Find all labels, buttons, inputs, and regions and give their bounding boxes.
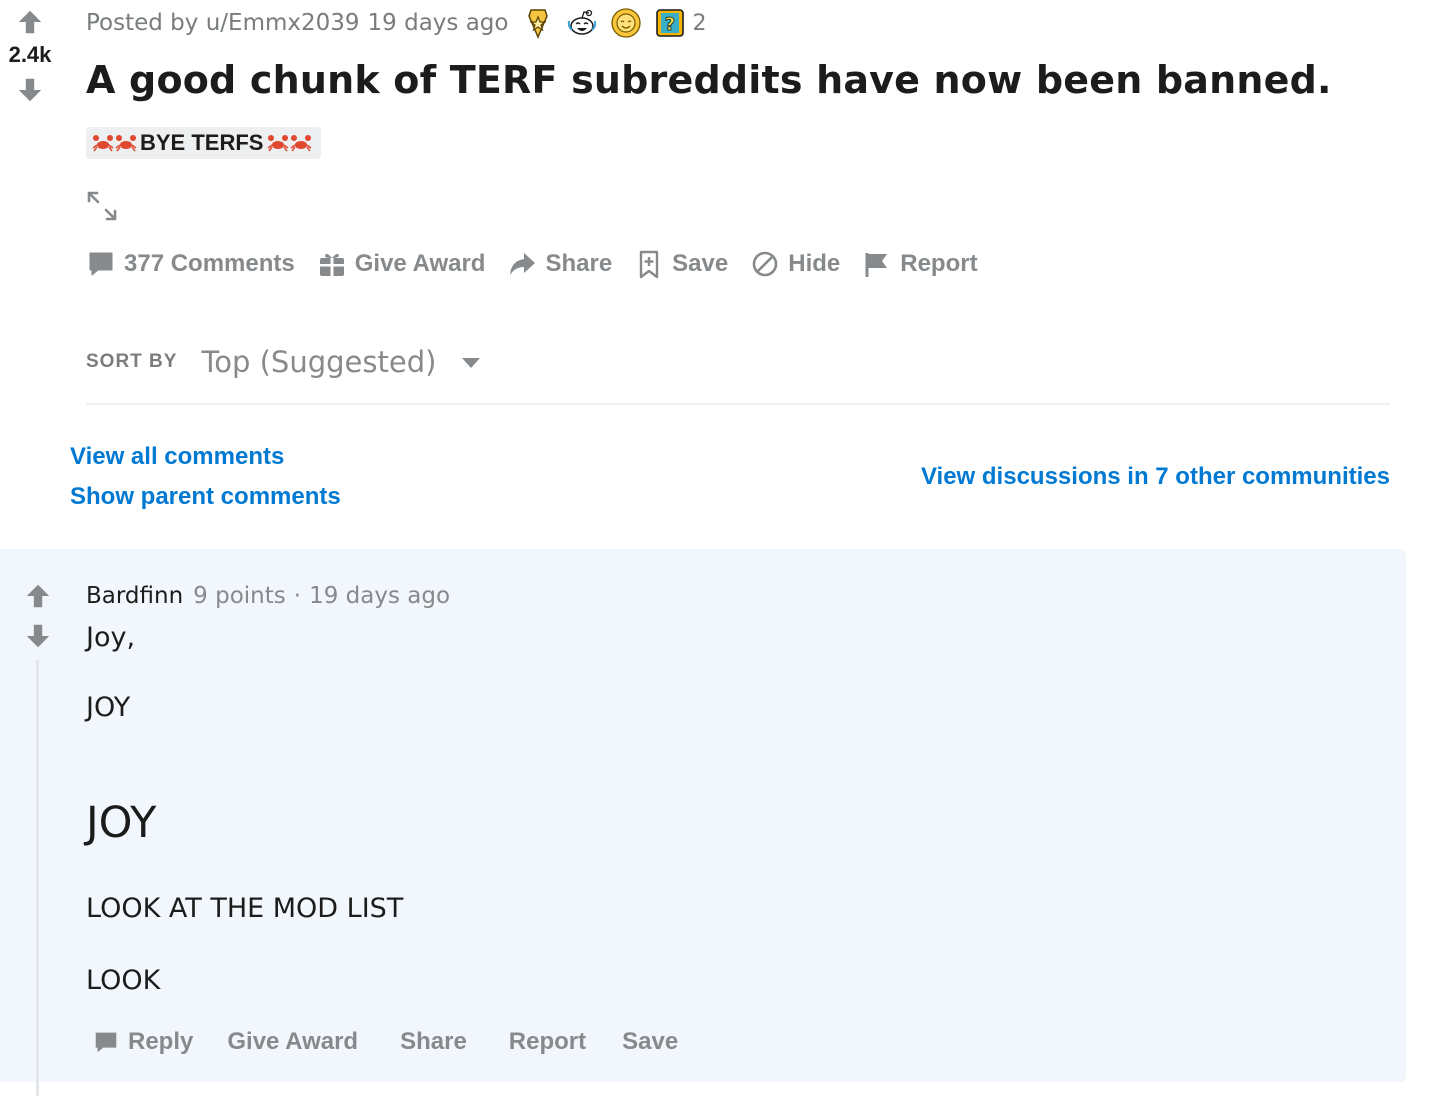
reply-button[interactable]: Reply — [92, 1028, 193, 1056]
view-all-comments-link[interactable]: View all comments — [70, 443, 284, 471]
gift-icon — [319, 253, 344, 276]
flag-icon — [865, 253, 888, 277]
other-communities-link[interactable]: View discussions in 7 other communities — [921, 463, 1390, 491]
comment-save-button[interactable]: Save — [622, 1028, 678, 1056]
comment-report-button[interactable]: Report — [509, 1028, 586, 1056]
save-button[interactable]: Save — [634, 249, 728, 279]
share-arrow-icon — [510, 253, 536, 275]
comments-button[interactable]: 377 Comments — [86, 249, 295, 279]
comment-downvote-arrow-icon[interactable] — [24, 622, 52, 650]
post-author[interactable]: Posted by u/Emmx2039 — [86, 10, 360, 36]
comment-age[interactable]: 19 days ago — [309, 583, 450, 609]
post-flair[interactable]: BYE TERFS — [86, 127, 322, 159]
comment-container — [0, 549, 1406, 1082]
post-actions-bar: 377 Comments Give Award Share Save Hide — [86, 244, 1000, 284]
award-count: 2 — [692, 10, 707, 36]
comment-meta: Bardfinn 9 points · 19 days ago — [86, 579, 450, 613]
comment-bubble-icon — [89, 252, 113, 276]
svg-text:?: ? — [665, 14, 675, 35]
share-button[interactable]: Share — [507, 249, 612, 279]
crab-emoji-icon — [115, 135, 137, 152]
comment-actions-bar: Reply Give Award Share Report Save — [92, 1022, 720, 1062]
share-label: Share — [545, 250, 613, 277]
sun-award-icon[interactable] — [610, 7, 642, 39]
comment-body-line: LOOK — [86, 965, 161, 996]
bookmark-icon — [639, 250, 659, 279]
post-title[interactable]: A good chunk of TERF subreddits have now… — [86, 58, 1332, 102]
comment-body-line: JOY — [86, 692, 131, 723]
save-label: Save — [622, 1028, 679, 1055]
caret-down-icon[interactable] — [460, 351, 482, 373]
comment-thread-line[interactable] — [36, 660, 39, 1096]
flair-text: BYE TERFS — [140, 130, 264, 155]
reply-label: Reply — [128, 1028, 194, 1055]
sort-dropdown[interactable]: Top (Suggested) — [201, 345, 436, 379]
comment-give-award-button[interactable]: Give Award — [227, 1028, 358, 1056]
comment-body-line: Joy, — [86, 622, 136, 653]
report-label: Report — [508, 1028, 587, 1055]
report-button[interactable]: Report — [862, 249, 978, 279]
comment-upvote-arrow-icon[interactable] — [24, 582, 52, 610]
hide-button[interactable]: Hide — [750, 249, 840, 279]
comment-body-line: LOOK AT THE MOD LIST — [86, 893, 404, 924]
post-score: 2.4k — [8, 42, 52, 67]
upvote-arrow-icon[interactable] — [16, 8, 44, 36]
post-vote-column: 2.4k — [0, 8, 60, 104]
sort-divider — [86, 403, 1390, 405]
question-block-award-icon[interactable]: ? — [654, 7, 686, 39]
post-age[interactable]: 19 days ago — [368, 10, 509, 36]
hide-label: Hide — [788, 250, 841, 277]
comment-share-button[interactable]: Share — [400, 1028, 467, 1056]
expand-icon[interactable] — [86, 190, 118, 222]
gold-star-award-icon[interactable] — [522, 7, 554, 39]
share-label: Share — [400, 1028, 467, 1055]
meta-separator: · — [293, 583, 302, 609]
save-label: Save — [672, 250, 729, 277]
comments-count-label: 377 Comments — [124, 250, 295, 277]
post-meta: Posted by u/Emmx2039 19 days ago ? 2 — [86, 6, 706, 40]
give-award-label: Give Award — [227, 1028, 359, 1055]
comment-body-heading: JOY — [86, 798, 157, 848]
comment-author[interactable]: Bardfinn — [86, 583, 183, 609]
comment-points: 9 points — [193, 583, 286, 609]
sort-by-label: SORT BY — [86, 351, 178, 372]
show-parent-comments-link[interactable]: Show parent comments — [70, 483, 341, 511]
give-award-button[interactable]: Give Award — [317, 249, 486, 279]
crab-emoji-icon — [291, 135, 312, 152]
give-award-label: Give Award — [354, 250, 486, 277]
hide-circle-slash-icon — [752, 251, 778, 277]
report-label: Report — [900, 250, 978, 277]
crab-emoji-icon — [92, 135, 114, 152]
crab-emoji-icon — [268, 135, 289, 152]
snoo-laugh-award-icon[interactable] — [566, 7, 598, 39]
downvote-arrow-icon[interactable] — [16, 76, 44, 104]
comment-bubble-icon — [95, 1032, 117, 1053]
comment-sort: SORT BY Top (Suggested) — [86, 340, 482, 384]
